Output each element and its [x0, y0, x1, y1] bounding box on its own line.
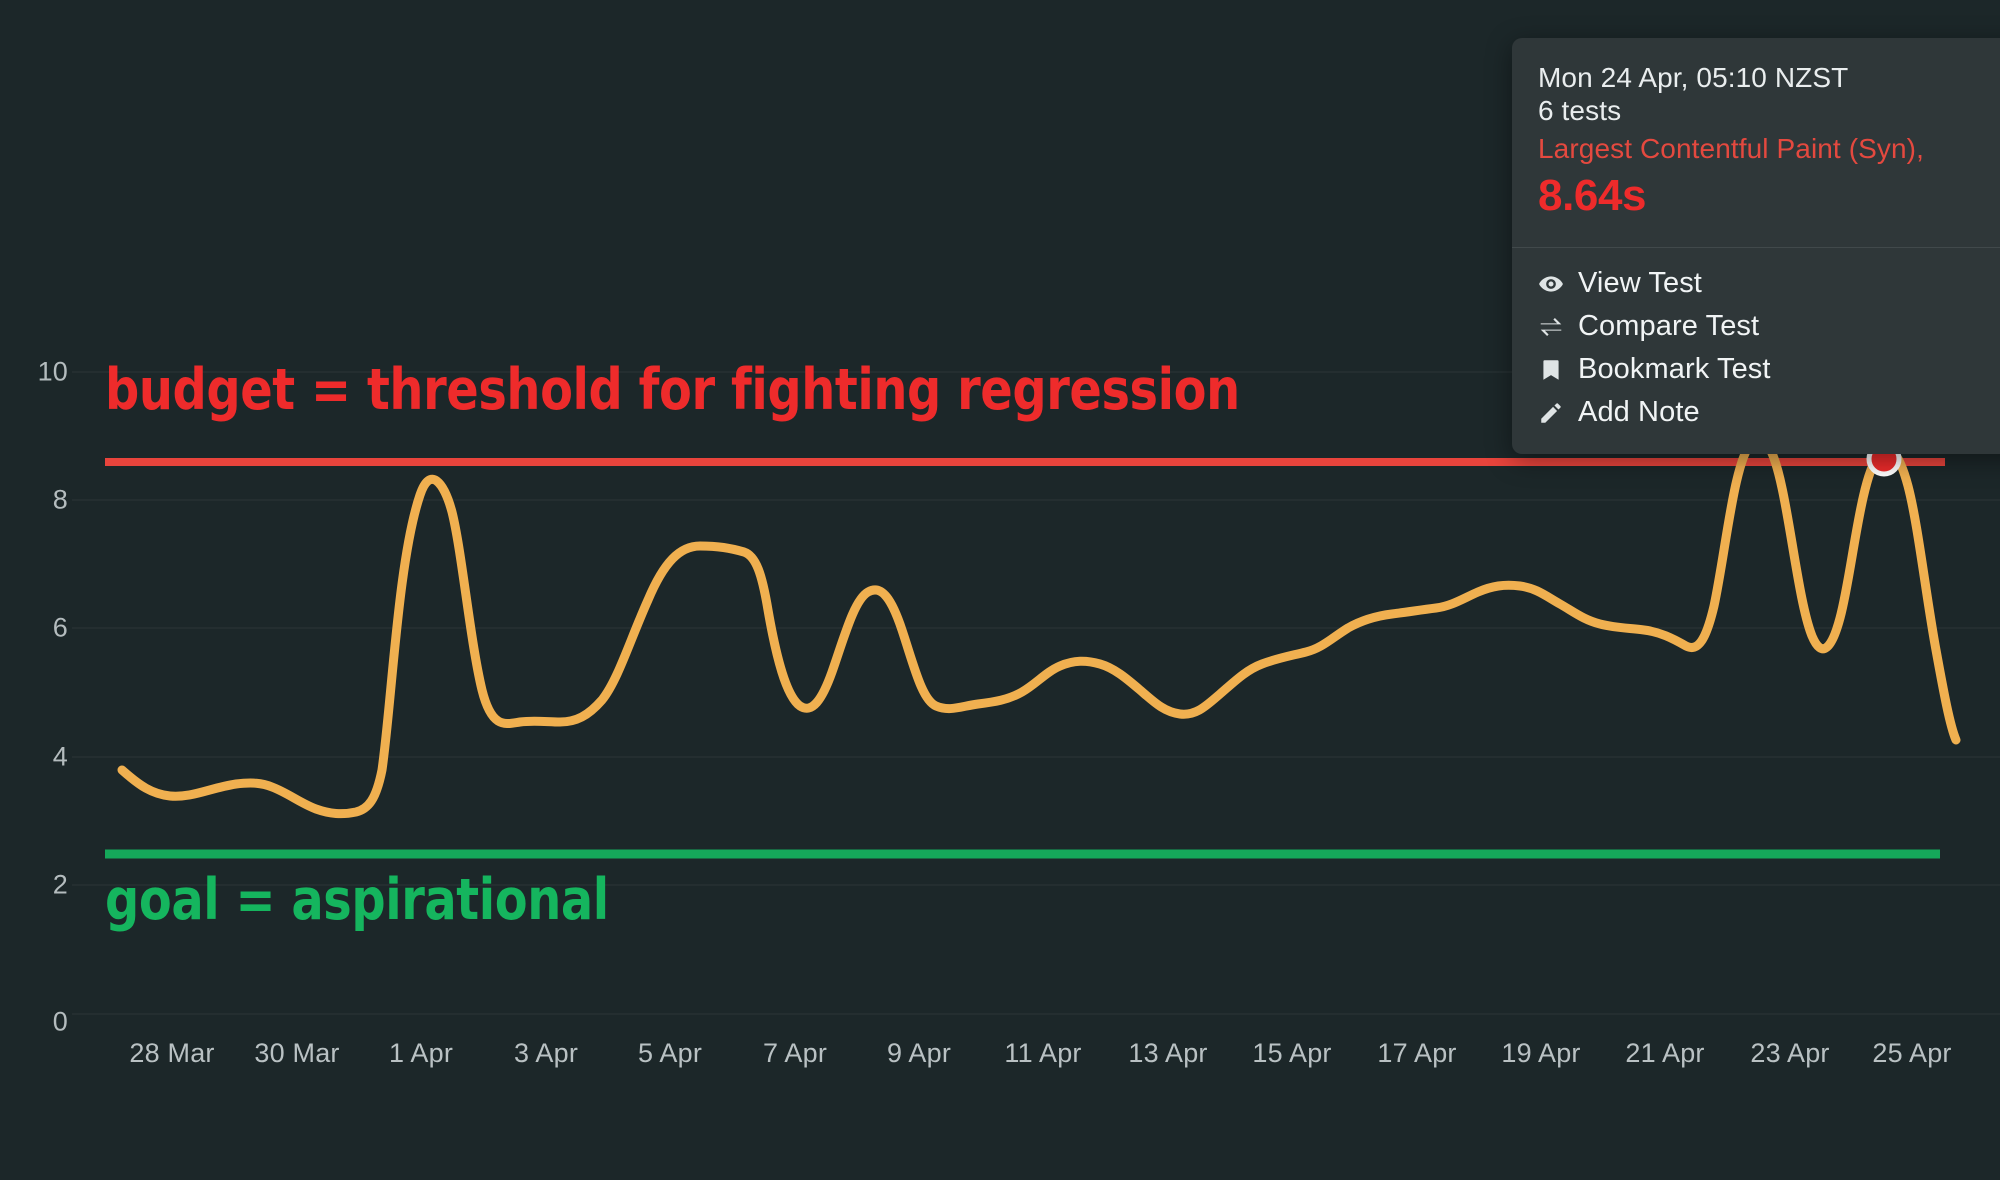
x-tick-21-apr: 21 Apr — [1625, 1038, 1705, 1068]
menu-item-bookmark-test[interactable]: Bookmark Test — [1512, 348, 2000, 391]
y-tick-4: 4 — [52, 741, 68, 772]
x-tick-1-apr: 1 Apr — [388, 1038, 454, 1068]
x-tick-23-apr: 23 Apr — [1750, 1038, 1830, 1068]
x-tick-7-apr: 7 Apr — [762, 1038, 828, 1068]
menu-item-compare-test[interactable]: Compare Test — [1512, 305, 2000, 348]
tooltip-timestamp: Mon 24 Apr, 05:10 NZST — [1538, 62, 1849, 93]
menu-item-compare-test-label: Compare Test — [1578, 310, 1760, 343]
x-tick-19-apr: 19 Apr — [1501, 1038, 1581, 1068]
y-tick-6: 6 — [52, 612, 68, 643]
menu-item-add-note-label: Add Note — [1578, 396, 1700, 429]
bookmark-icon — [1538, 357, 1564, 383]
x-tick-28-mar: 28 Mar — [129, 1038, 215, 1068]
x-tick-25-apr: 25 Apr — [1872, 1038, 1952, 1068]
y-tick-10: 10 — [37, 356, 68, 387]
y-tick-8: 8 — [52, 484, 68, 515]
tooltip-action-menu: View Test Compare Test Bookmark Test Add… — [1512, 248, 2000, 454]
x-tick-30-mar: 30 Mar — [254, 1038, 340, 1068]
budget-annotation-label: budget = threshold for fighting regressi… — [105, 357, 1240, 423]
compare-arrows-icon — [1538, 314, 1564, 340]
x-tick-3-apr: 3 Apr — [513, 1038, 579, 1068]
menu-item-bookmark-test-label: Bookmark Test — [1578, 353, 1771, 386]
menu-item-view-test[interactable]: View Test — [1512, 262, 2000, 305]
x-tick-11-apr: 11 Apr — [1004, 1038, 1082, 1068]
tooltip-test-count: 6 tests — [1538, 95, 1622, 127]
x-tick-15-apr: 15 Apr — [1252, 1038, 1332, 1068]
y-tick-2: 2 — [52, 869, 68, 900]
chart-screenshot: 10 8 6 4 2 0 28 Mar 30 Mar 1 Apr 3 Apr 5… — [0, 0, 2000, 1180]
x-tick-5-apr: 5 Apr — [637, 1038, 703, 1068]
goal-annotation-label: goal = aspirational — [105, 867, 609, 933]
y-tick-0: 0 — [52, 1006, 68, 1037]
x-tick-9-apr: 9 Apr — [886, 1038, 952, 1068]
menu-item-add-note[interactable]: Add Note — [1512, 391, 2000, 434]
pencil-icon — [1538, 400, 1564, 426]
tooltip-metric-name: Largest Contentful Paint (Syn), — [1538, 133, 1924, 165]
tooltip-metric-value: 8.64s — [1538, 171, 1647, 221]
x-tick-17-apr: 17 Apr — [1377, 1038, 1457, 1068]
data-point-tooltip[interactable]: Mon 24 Apr, 05:10 NZST 6 tests Largest C… — [1512, 38, 2000, 455]
menu-item-view-test-label: View Test — [1578, 267, 1702, 300]
eye-icon — [1538, 271, 1564, 297]
tooltip-header: Mon 24 Apr, 05:10 NZST 6 tests Largest C… — [1512, 38, 2000, 245]
x-tick-13-apr: 13 Apr — [1128, 1038, 1208, 1068]
